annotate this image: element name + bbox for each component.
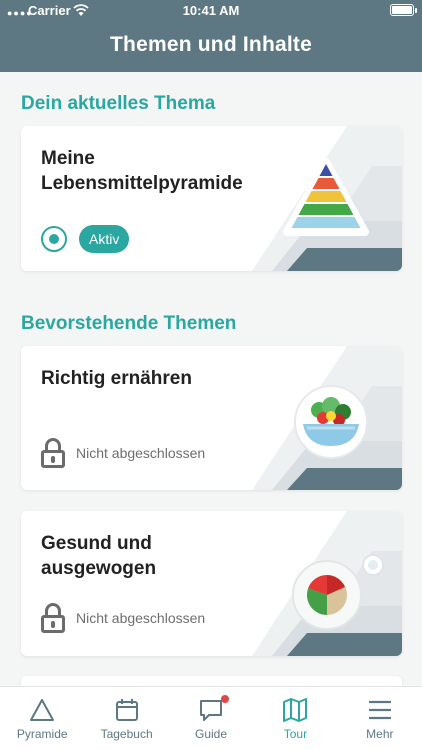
- bottom-tab-bar: Pyramide Tagebuch Guide Tour Mehr: [0, 686, 422, 750]
- plate-icon: [292, 554, 384, 630]
- topic-card-gesund-ausgewogen[interactable]: Gesund und ausgewogen Nicht abgeschlosse…: [21, 511, 402, 656]
- clock: 10:41 AM: [182, 3, 240, 18]
- status-bar: ●●●● Carrier 10:41 AM: [0, 0, 422, 22]
- card-title: Gesund und ausgewogen: [41, 533, 157, 579]
- tab-label: Tagebuch: [100, 727, 153, 741]
- notification-dot: [221, 695, 230, 703]
- status-row: Aktiv: [41, 225, 130, 253]
- card-title: Richtig ernähren: [41, 368, 192, 389]
- triangle-icon: [30, 699, 55, 721]
- salad-bowl-icon: [294, 385, 368, 459]
- topic-card-richtig-ernaehren[interactable]: Richtig ernähren Nicht abgeschlossen: [21, 346, 402, 490]
- map-icon: [283, 698, 308, 722]
- status-row: Nicht abgeschlossen: [41, 438, 205, 468]
- app-header: ●●●● Carrier 10:41 AM Themen und Inhalte: [0, 0, 422, 72]
- battery-icon: [390, 4, 414, 16]
- tab-label: Pyramide: [16, 727, 68, 741]
- tab-pyramide[interactable]: Pyramide: [0, 687, 84, 750]
- battery-tip: [415, 8, 417, 13]
- tab-label: Mehr: [366, 727, 394, 741]
- menu-icon: [368, 700, 391, 720]
- upcoming-topics-heading: Bevorstehende Themen: [21, 313, 237, 334]
- tab-label: Tour: [283, 727, 308, 741]
- lock-icon: [41, 438, 65, 468]
- current-topic-card[interactable]: Meine Lebensmittelpyramide Aktiv: [21, 126, 402, 271]
- active-badge: Aktiv: [79, 225, 130, 253]
- active-radio-icon[interactable]: [41, 226, 67, 252]
- status-row: Nicht abgeschlossen: [41, 603, 205, 633]
- tab-tagebuch[interactable]: Tagebuch: [84, 687, 168, 750]
- lock-icon: [41, 603, 65, 633]
- status-text: Nicht abgeschlossen: [76, 610, 206, 626]
- calendar-icon: [115, 699, 138, 721]
- tab-tour[interactable]: Tour: [253, 687, 337, 750]
- tab-label: Guide: [195, 727, 228, 741]
- tab-guide[interactable]: Guide: [169, 687, 253, 750]
- food-pyramid-icon: [283, 158, 369, 236]
- tab-mehr[interactable]: Mehr: [338, 687, 422, 750]
- chat-icon: [200, 700, 223, 721]
- current-topic-heading: Dein aktuelles Thema: [21, 93, 216, 114]
- page-title: Themen und Inhalte: [110, 33, 312, 56]
- app-screen: ●●●● Carrier 10:41 AM Themen und Inhalte…: [0, 0, 422, 750]
- card-title: Meine Lebensmittelpyramide: [41, 148, 243, 194]
- status-text: Nicht abgeschlossen: [76, 445, 206, 461]
